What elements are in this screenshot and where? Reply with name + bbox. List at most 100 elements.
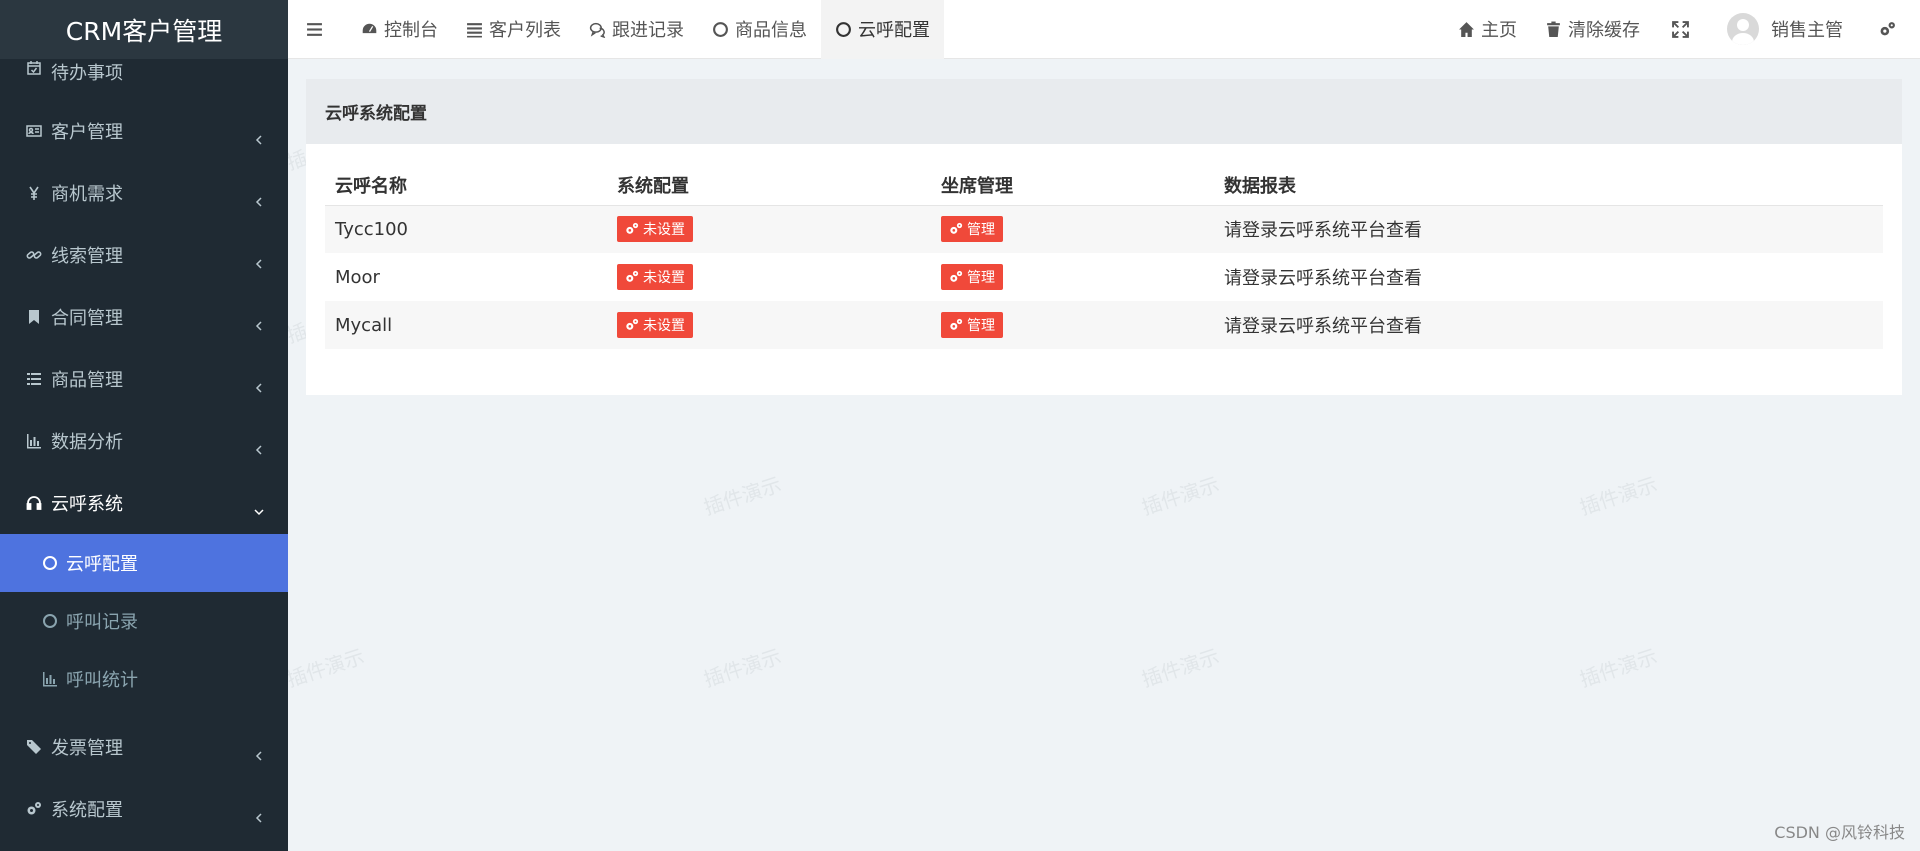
seat-button-label: 管理 — [967, 222, 995, 239]
sidebar-item-label: 合同管理 — [51, 308, 123, 329]
table-row: Tycc100 未设置 管理 请登录云呼系统平台查看 — [325, 205, 1883, 253]
tab-dashboard[interactable]: 控制台 — [347, 0, 452, 59]
column-header: 云呼名称 — [325, 165, 607, 206]
tab-label: 商品信息 — [735, 20, 807, 41]
seat-manage-button[interactable]: 管理 — [941, 216, 1003, 243]
link-icon — [25, 246, 43, 264]
table-row: Moor 未设置 管理 请登录云呼系统平台查看 — [325, 253, 1883, 301]
sidebar-item-label: 客户管理 — [51, 122, 123, 143]
report-text: 请登录云呼系统平台查看 — [1214, 205, 1883, 253]
sidebar-item-customers[interactable]: 客户管理 — [0, 100, 288, 162]
home-link[interactable]: 主页 — [1444, 0, 1531, 59]
id-card-icon — [25, 122, 43, 140]
hamburger-icon — [307, 22, 322, 36]
menu-toggle-button[interactable] — [288, 0, 347, 59]
config-button-label: 未设置 — [643, 318, 685, 334]
chevron-left-icon — [254, 191, 264, 212]
fullscreen-button[interactable] — [1654, 0, 1713, 59]
sidebar-item-products[interactable]: 商品管理 — [0, 348, 288, 410]
tab-cloudcall-config[interactable]: 云呼配置 — [821, 0, 944, 59]
panel-title: 云呼系统配置 — [306, 79, 1902, 144]
seat-manage-button[interactable]: 管理 — [941, 312, 1003, 338]
sidebar-subitem-cloudcall-config[interactable]: 云呼配置 — [0, 534, 288, 592]
user-name: 销售主管 — [1771, 20, 1843, 41]
seat-manage-button[interactable]: 管理 — [941, 264, 1003, 290]
watermark-text: 插件演示 — [700, 472, 785, 520]
dashboard-icon — [361, 21, 378, 34]
cloudcall-table: 云呼名称 系统配置 坐席管理 数据报表 Tycc100 未设置 管理 请登录云呼… — [325, 165, 1883, 349]
trash-icon — [1547, 21, 1560, 37]
gears-icon — [1880, 21, 1895, 35]
topbar: 控制台 客户列表 跟进记录 商品信息 云呼配置 主页 清除缓存 销售主管 — [288, 0, 1920, 59]
gears-icon — [626, 223, 639, 235]
settings-button[interactable] — [1857, 0, 1920, 59]
chevron-left-icon — [254, 439, 264, 460]
sidebar-item-label: 系统配置 — [51, 800, 123, 821]
gears-icon — [950, 270, 963, 282]
sidebar-item-label: 云呼系统 — [51, 494, 123, 515]
clear-cache-label: 清除缓存 — [1568, 20, 1640, 41]
tab-label: 控制台 — [384, 20, 438, 41]
sidebar-item-label: 商机需求 — [51, 184, 123, 205]
sidebar-item-label: 发票管理 — [51, 738, 123, 759]
watermark-text: 插件演示 — [283, 644, 368, 692]
sidebar-item-invoices[interactable]: 发票管理 — [0, 716, 288, 778]
chevron-left-icon — [254, 377, 264, 398]
sidebar-subitem-call-records[interactable]: 呼叫记录 — [0, 592, 288, 650]
expand-icon — [1672, 20, 1689, 38]
gears-icon — [950, 318, 963, 330]
sidebar-item-contracts[interactable]: 合同管理 — [0, 286, 288, 348]
calendar-check-icon — [25, 59, 43, 77]
home-label: 主页 — [1481, 20, 1517, 41]
sidebar-item-label: 线索管理 — [51, 246, 123, 267]
list-icon — [467, 22, 482, 37]
chevron-down-icon — [254, 501, 264, 522]
gears-icon — [950, 223, 963, 235]
yen-icon — [25, 184, 43, 202]
tab-followups[interactable]: 跟进记录 — [575, 0, 698, 59]
config-button[interactable]: 未设置 — [617, 312, 693, 338]
cloudcall-config-panel: 云呼系统配置 云呼名称 系统配置 坐席管理 数据报表 Tycc100 未设置 管… — [306, 79, 1902, 395]
tab-products[interactable]: 商品信息 — [698, 0, 821, 59]
report-text: 请登录云呼系统平台查看 — [1224, 268, 1422, 289]
sidebar-item-label: 数据分析 — [51, 432, 123, 453]
tab-label: 跟进记录 — [612, 20, 684, 41]
comments-icon — [589, 22, 606, 38]
config-button[interactable]: 未设置 — [617, 264, 693, 290]
watermark-text: 插件演示 — [700, 644, 785, 692]
sidebar-subitem-label: 呼叫统计 — [66, 670, 138, 691]
chevron-left-icon — [254, 807, 264, 828]
user-menu[interactable]: 销售主管 — [1713, 0, 1857, 59]
circle-icon — [42, 555, 58, 571]
config-button[interactable]: 未设置 — [617, 216, 693, 243]
chevron-left-icon — [254, 315, 264, 336]
report-text: 请登录云呼系统平台查看 — [1214, 301, 1883, 349]
watermark-text: 插件演示 — [1138, 472, 1223, 520]
column-header: 数据报表 — [1214, 165, 1883, 206]
watermark-text: 插件演示 — [1576, 644, 1661, 692]
sidebar-item-todo[interactable]: 待办事项 — [0, 59, 288, 84]
seat-button-label: 管理 — [967, 318, 995, 334]
config-button-label: 未设置 — [643, 270, 685, 286]
sidebar-subitem-label: 云呼配置 — [66, 554, 138, 575]
sidebar-item-leads[interactable]: 线索管理 — [0, 224, 288, 286]
table-row: Mycall 未设置 管理 请登录云呼系统平台查看 — [325, 301, 1883, 349]
headset-icon — [25, 494, 43, 512]
gears-icon — [25, 800, 43, 818]
chevron-left-icon — [254, 253, 264, 274]
clear-cache-button[interactable]: 清除缓存 — [1531, 0, 1654, 59]
bar-chart-icon — [25, 432, 43, 450]
chevron-left-icon — [254, 129, 264, 150]
sidebar-item-system[interactable]: 系统配置 — [0, 778, 288, 840]
gears-icon — [626, 270, 639, 282]
ticket-icon — [25, 738, 43, 756]
cloudcall-name: Tycc100 — [325, 205, 607, 253]
sidebar-subitem-call-stats[interactable]: 呼叫统计 — [0, 650, 288, 708]
sidebar-item-opportunities[interactable]: 商机需求 — [0, 162, 288, 224]
sidebar-item-analytics[interactable]: 数据分析 — [0, 410, 288, 472]
brand-title[interactable]: CRM客户管理 — [0, 0, 288, 59]
tab-customer-list[interactable]: 客户列表 — [452, 0, 575, 59]
sidebar-item-label: 商品管理 — [51, 370, 123, 391]
sidebar-item-cloudcall[interactable]: 云呼系统 — [0, 472, 288, 534]
circle-icon — [836, 21, 851, 37]
